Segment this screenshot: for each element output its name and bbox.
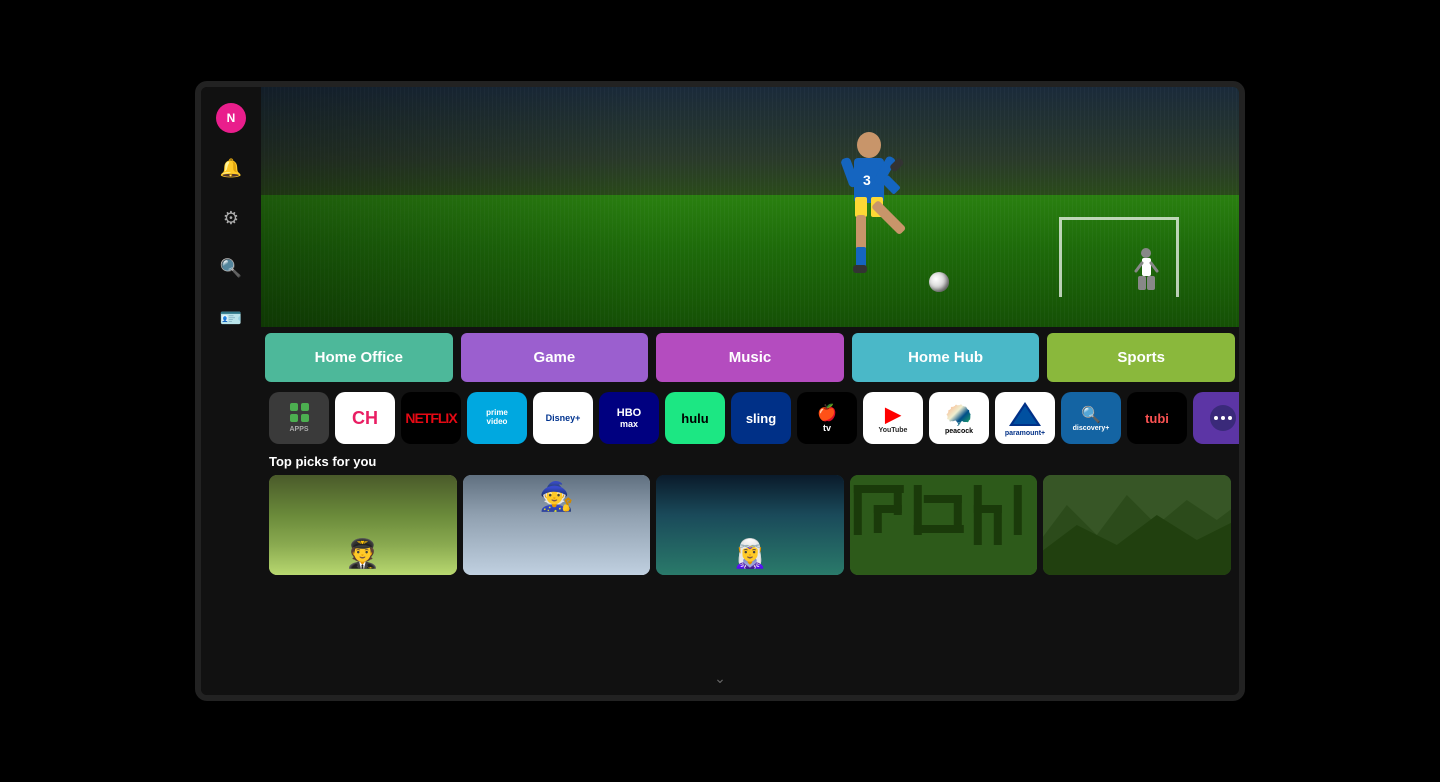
app-disney[interactable]: Disney+ bbox=[533, 392, 593, 444]
tab-game[interactable]: Game bbox=[461, 333, 649, 382]
pick-card-1[interactable]: 🧑‍✈️ bbox=[269, 475, 457, 575]
hero-banner: 3 bbox=[261, 87, 1239, 327]
app-more[interactable] bbox=[1193, 392, 1239, 444]
avatar[interactable]: N bbox=[216, 103, 246, 133]
tabs-row: Home Office Game Music Home Hub Sports bbox=[261, 327, 1239, 388]
tab-music[interactable]: Music bbox=[656, 333, 844, 382]
app-prime[interactable]: primevideo bbox=[467, 392, 527, 444]
pick-card-3[interactable]: 🧝‍♀️ bbox=[656, 475, 844, 575]
app-youtube[interactable]: ▶ YouTube bbox=[863, 392, 923, 444]
bottom-arrow: ⌄ bbox=[714, 670, 726, 687]
app-tubi[interactable]: tubi bbox=[1127, 392, 1187, 444]
profile-icon[interactable]: 🪪 bbox=[216, 303, 246, 333]
top-picks-title: Top picks for you bbox=[269, 454, 1231, 469]
app-peacock[interactable]: 🦚 peacock bbox=[929, 392, 989, 444]
app-sling[interactable]: sling bbox=[731, 392, 791, 444]
app-netflix[interactable]: NETFLIX bbox=[401, 392, 461, 444]
app-paramount[interactable]: paramount+ bbox=[995, 392, 1055, 444]
tab-home-hub[interactable]: Home Hub bbox=[852, 333, 1040, 382]
pick-card-2[interactable]: 🧙 bbox=[463, 475, 651, 575]
settings-icon[interactable]: ⚙ bbox=[216, 203, 246, 233]
app-hbo[interactable]: HBO max bbox=[599, 392, 659, 444]
tv-frame: N 🔔 ⚙ 🔍 🪪 bbox=[195, 81, 1245, 701]
top-picks-section: Top picks for you 🧑‍✈️ 🧙 🧝‍♀️ bbox=[261, 448, 1239, 695]
top-picks-grid: 🧑‍✈️ 🧙 🧝‍♀️ bbox=[269, 475, 1231, 575]
pick-card-5[interactable] bbox=[1043, 475, 1231, 575]
app-apple-tv[interactable]: 🍎 tv bbox=[797, 392, 857, 444]
app-ch[interactable]: CH bbox=[335, 392, 395, 444]
sidebar: N 🔔 ⚙ 🔍 🪪 bbox=[201, 87, 261, 695]
apps-row: APPS CH NETFLIX primevideo Disney+ HBO m… bbox=[261, 388, 1239, 448]
bell-icon[interactable]: 🔔 bbox=[216, 153, 246, 183]
app-all-apps[interactable]: APPS bbox=[269, 392, 329, 444]
search-icon[interactable]: 🔍 bbox=[216, 253, 246, 283]
main-content: 3 Home Office Game Music Home Hub Sports… bbox=[261, 87, 1239, 695]
app-hulu[interactable]: hulu bbox=[665, 392, 725, 444]
app-discovery[interactable]: 🔍 discovery+ bbox=[1061, 392, 1121, 444]
pick-card-4[interactable] bbox=[850, 475, 1038, 575]
tab-sports[interactable]: Sports bbox=[1047, 333, 1235, 382]
tab-home-office[interactable]: Home Office bbox=[265, 333, 453, 382]
